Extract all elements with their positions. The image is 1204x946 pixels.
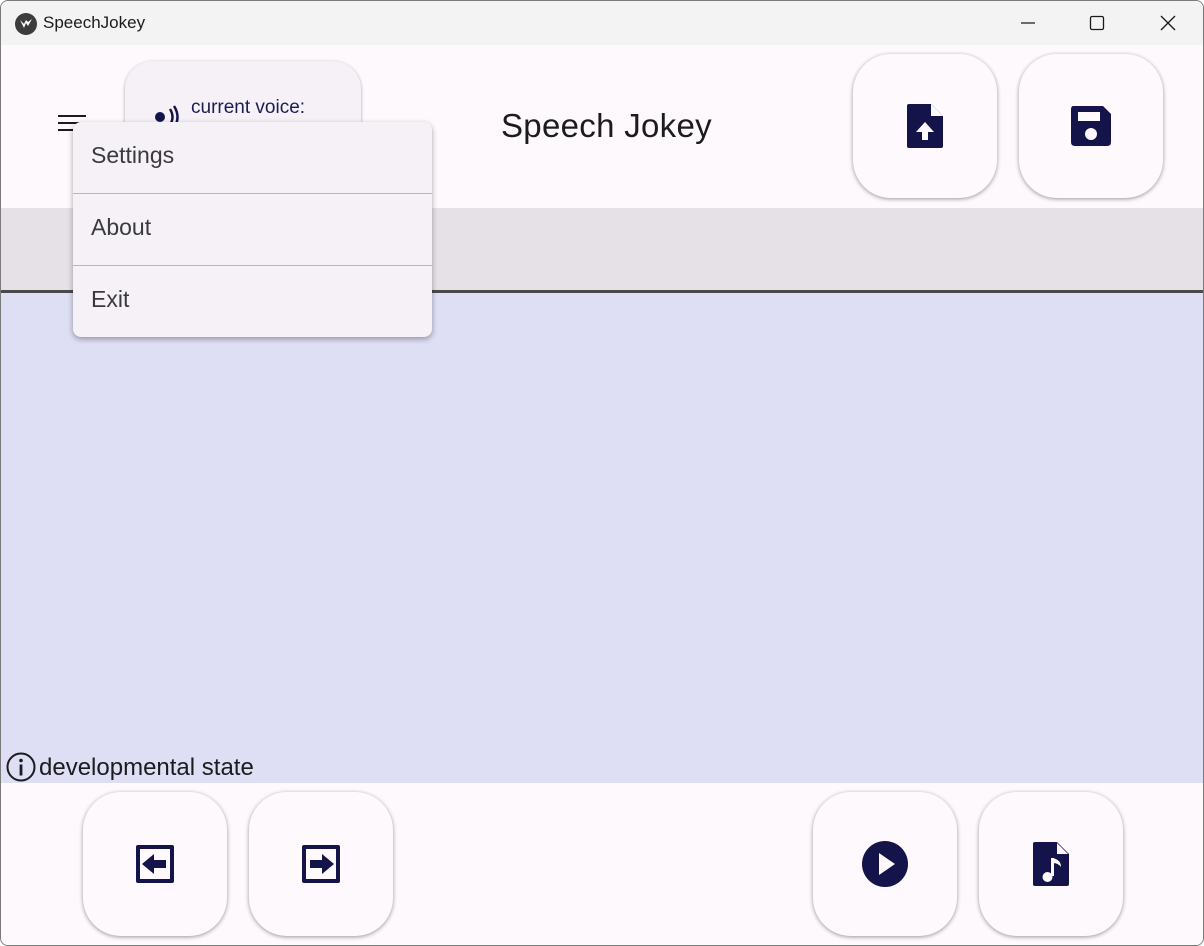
arrow-right-box-icon bbox=[302, 845, 340, 883]
play-circle-icon bbox=[862, 841, 908, 887]
minimize-icon bbox=[1021, 22, 1035, 24]
menu-item-label: About bbox=[91, 214, 152, 240]
previous-button[interactable] bbox=[83, 792, 227, 936]
bottom-bar bbox=[1, 783, 1203, 945]
title-bar[interactable]: SpeechJokey bbox=[1, 1, 1203, 45]
menu-item-settings[interactable]: Settings bbox=[73, 122, 432, 194]
arrow-left-box-icon bbox=[136, 845, 174, 883]
app-logo-icon bbox=[15, 13, 37, 35]
menu-item-label: Settings bbox=[91, 142, 175, 168]
menu-item-exit[interactable]: Exit bbox=[73, 266, 432, 337]
app-menu-dropdown: Settings About Exit bbox=[73, 122, 432, 337]
next-button[interactable] bbox=[249, 792, 393, 936]
save-button[interactable] bbox=[1019, 54, 1163, 198]
maximize-button[interactable] bbox=[1062, 1, 1132, 45]
close-window-button[interactable] bbox=[1133, 1, 1203, 45]
current-voice-label: current voice: bbox=[191, 97, 306, 118]
app-window: SpeechJokey current voice: Speech Jokey … bbox=[0, 0, 1204, 946]
developmental-state-text: developmental state bbox=[39, 754, 254, 781]
close-icon bbox=[1160, 15, 1176, 31]
file-upload-icon bbox=[907, 104, 943, 148]
floppy-disk-icon bbox=[1071, 106, 1111, 146]
upload-file-button[interactable] bbox=[853, 54, 997, 198]
info-icon bbox=[6, 752, 36, 782]
play-button[interactable] bbox=[813, 792, 957, 936]
menu-item-label: Exit bbox=[91, 286, 130, 312]
audio-file-button[interactable] bbox=[979, 792, 1123, 936]
window-title: SpeechJokey bbox=[43, 13, 146, 32]
editor-area[interactable]: developmental state bbox=[1, 293, 1203, 783]
menu-item-about[interactable]: About bbox=[73, 194, 432, 266]
maximize-icon bbox=[1089, 15, 1105, 31]
file-music-icon bbox=[1033, 842, 1069, 886]
minimize-button[interactable] bbox=[993, 1, 1063, 45]
app-title: Speech Jokey bbox=[501, 107, 712, 144]
